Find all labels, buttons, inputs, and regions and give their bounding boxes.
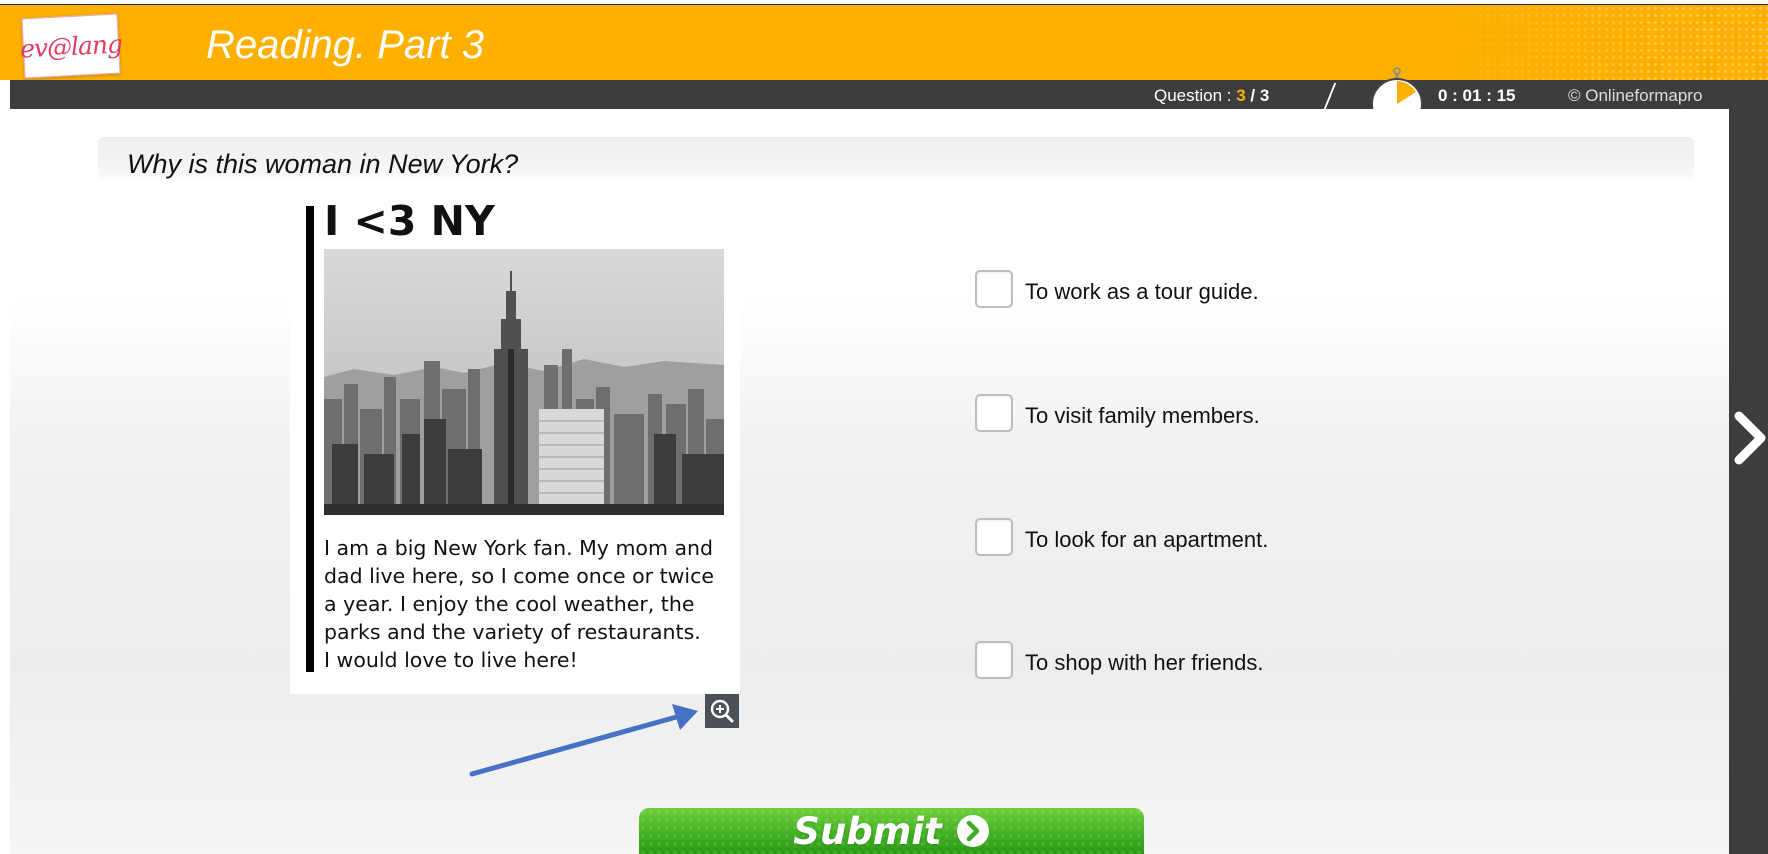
question-separator: / — [1245, 86, 1260, 105]
answer-checkbox[interactable] — [975, 394, 1013, 432]
article-line: I am a big New York fan. My mom and — [324, 536, 714, 560]
evalang-logo: ev@lang — [19, 13, 123, 79]
answer-option[interactable]: To shop with her friends. — [975, 641, 1375, 679]
header-bar: ev@lang Reading. Part 3 — [0, 4, 1768, 81]
zoom-button[interactable] — [705, 694, 739, 728]
new-york-skyline-photo — [324, 249, 724, 515]
answer-label[interactable]: To look for an apartment. — [1025, 527, 1268, 553]
content-area — [10, 109, 1729, 854]
chevron-circle-right-icon — [956, 815, 989, 847]
article-line: a year. I enjoy the cool weather, the — [324, 592, 695, 616]
question-prefix: Question : — [1154, 86, 1237, 105]
question-counter: Question : 3 / 3 — [1154, 86, 1269, 106]
answer-option[interactable]: To work as a tour guide. — [975, 270, 1375, 308]
status-bar: Question : 3 / 3 0 : 01 : 15 © Onlinefor… — [10, 67, 1768, 130]
annotation-arrow — [469, 704, 698, 777]
header-pattern — [1428, 5, 1768, 81]
answer-option[interactable]: To visit family members. — [975, 394, 1375, 432]
question-bar: Why is this woman in New York? — [98, 137, 1694, 183]
page-title: Reading. Part 3 — [206, 23, 484, 67]
answer-label[interactable]: To shop with her friends. — [1025, 650, 1263, 676]
submit-label: Submit — [793, 809, 942, 853]
article-body: I am a big New York fan. My mom and dad … — [324, 534, 724, 674]
article-line: I would love to live here! — [324, 648, 578, 672]
article-title: I <3 NY — [324, 197, 495, 245]
answer-checkbox[interactable] — [975, 641, 1013, 679]
copyright-text: © Onlineformapro — [1568, 86, 1703, 105]
article-line: dad live here, so I come once or twice — [324, 564, 715, 588]
divider — [1323, 83, 1337, 109]
timer-value: 0 : 01 : 15 — [1438, 86, 1516, 105]
logo-text: ev@lang — [19, 28, 123, 64]
answer-checkbox[interactable] — [975, 270, 1013, 308]
article-line: parks and the variety of restaurants. — [324, 620, 701, 644]
right-nav-bar — [1729, 109, 1768, 854]
chevron-right-icon[interactable] — [1733, 410, 1767, 466]
question-current: 3 — [1236, 86, 1246, 105]
answer-label[interactable]: To visit family members. — [1025, 403, 1260, 429]
submit-content: Submit — [639, 808, 1144, 854]
zoom-in-icon — [710, 699, 734, 723]
answer-label[interactable]: To work as a tour guide. — [1025, 279, 1259, 305]
submit-button[interactable]: Submit — [639, 808, 1144, 854]
answer-checkbox[interactable] — [975, 518, 1013, 556]
answer-option[interactable]: To look for an apartment. — [975, 518, 1375, 556]
question-total: 3 — [1259, 86, 1270, 105]
reading-article: I <3 NY I am a big New York fan. My mom … — [290, 197, 740, 694]
article-rule — [306, 206, 314, 672]
question-text: Why is this woman in New York? — [127, 149, 519, 179]
